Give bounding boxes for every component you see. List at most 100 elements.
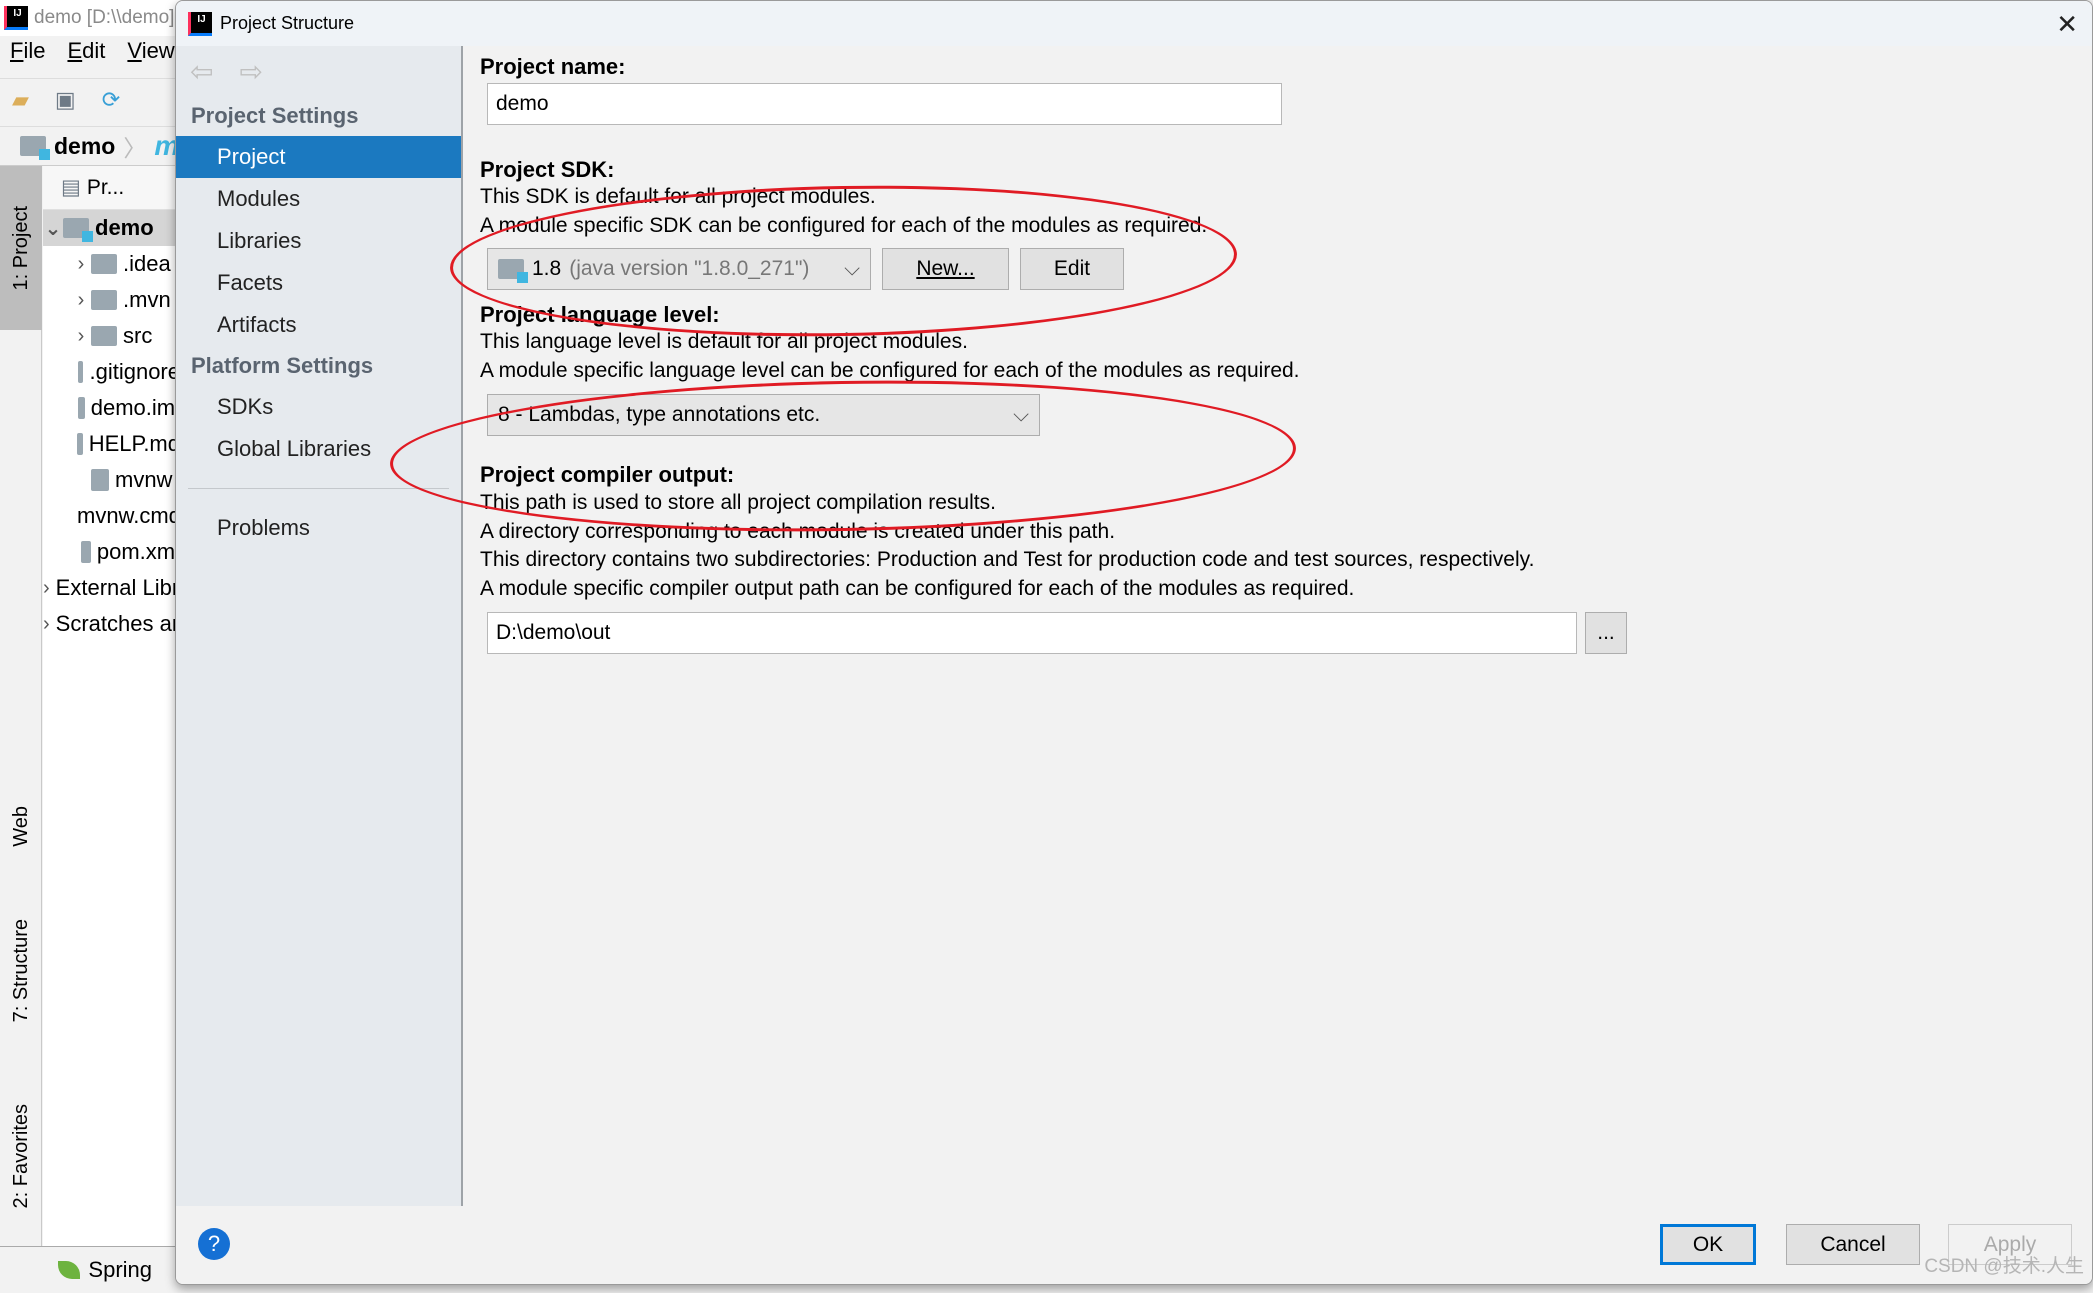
tree-item-label: .gitignore [89, 359, 180, 384]
compiler-output-description-3: This directory contains two subdirectori… [480, 548, 1535, 571]
compiler-output-description-2: A directory corresponding to each module… [480, 520, 1116, 543]
chevron-right-icon[interactable]: › [71, 325, 91, 348]
tree-item[interactable]: › .mvn [43, 282, 180, 318]
tree-item[interactable]: › src [43, 318, 180, 354]
tree-item[interactable]: mvnw.cmd [43, 498, 180, 534]
sidebar-item-project[interactable]: Project [176, 136, 461, 178]
module-folder-icon [20, 136, 50, 160]
chevron-down-icon[interactable]: ⌄ [43, 216, 63, 241]
tool-window-stripe: 1: Project Web 7: Structure 2: Favorites [0, 166, 42, 1246]
project-view-icon: ▤ [61, 176, 81, 199]
sidebar-item-artifacts[interactable]: Artifacts [176, 304, 461, 346]
sidebar-item-libraries[interactable]: Libraries [176, 220, 461, 262]
ide-window-title: demo [D:\\demo] [34, 7, 175, 28]
nav-arrows: ⇦ ⇨ [176, 46, 461, 96]
sidebar-divider [188, 488, 449, 489]
compiler-output-path-input[interactable]: D:\demo\out [487, 612, 1577, 654]
project-tool-window: ▤ Pr... ⌄ demo › .idea › .mvn › src .gitignore de… [43, 166, 180, 1246]
tree-item[interactable]: pom.xml [43, 534, 180, 570]
dialog-footer: ? OK Cancel Apply CSDN @技术.人生 [176, 1206, 2092, 1284]
browse-button[interactable]: ... [1585, 612, 1627, 654]
stripe-tab-project[interactable]: 1: Project [0, 166, 42, 330]
tree-item-label: demo [95, 215, 154, 240]
sidebar-item-modules[interactable]: Modules [176, 178, 461, 220]
cancel-button[interactable]: Cancel [1786, 1224, 1920, 1265]
project-view-selector[interactable]: ▤ Pr... [43, 166, 180, 210]
file-icon [91, 469, 109, 491]
stripe-tab-structure[interactable]: 7: Structure [0, 896, 42, 1046]
project-structure-dialog: IJ Project Structure ✕ ⇦ ⇨ Project Setti… [175, 0, 2093, 1285]
sidebar-item-sdks[interactable]: SDKs [176, 386, 461, 428]
file-icon [77, 433, 83, 455]
tree-item[interactable]: ›Scratches and Consoles [43, 606, 180, 642]
chevron-right-icon[interactable]: › [71, 289, 91, 312]
folder-icon [91, 290, 117, 310]
chevron-right-icon[interactable]: › [71, 253, 91, 276]
tree-item[interactable]: ⌄ demo [43, 210, 180, 246]
language-level-dropdown[interactable]: 8 - Lambdas, type annotations etc. ⌵ [487, 394, 1040, 436]
ide-title-bar: IJ demo [D:\\demo] [0, 0, 180, 36]
language-level-description-1: This language level is default for all p… [480, 330, 968, 353]
stripe-tab-favorites[interactable]: 2: Favorites [0, 1076, 42, 1236]
tree-item-label: src [123, 323, 153, 348]
tree-item[interactable]: ›External Libraries [43, 570, 180, 606]
watermark: CSDN @技术.人生 [1924, 1256, 2084, 1277]
menu-edit[interactable]: Edit [67, 38, 105, 68]
file-icon [78, 397, 85, 419]
ide-toolbar: ▰ ▣ ⟳ [0, 78, 180, 120]
save-icon[interactable]: ▣ [55, 87, 76, 113]
compiler-output-description-4: A module specific compiler output path c… [480, 577, 1355, 600]
menu-view[interactable]: View [127, 38, 174, 68]
tree-item[interactable]: HELP.md [43, 426, 180, 462]
sdk-dropdown[interactable]: 1.8 (java version "1.8.0_271") ⌵ [487, 248, 871, 290]
breadcrumb-project[interactable]: demo [54, 133, 115, 160]
language-level-description-2: A module specific language level can be … [480, 359, 1300, 382]
compiler-output-description-1: This path is used to store all project c… [480, 491, 996, 514]
back-arrow-icon[interactable]: ⇦ [190, 55, 213, 88]
tree-item-label: HELP.md [88, 431, 180, 456]
tree-item[interactable]: mvnw [43, 462, 180, 498]
stripe-tab-web[interactable]: Web [0, 776, 42, 876]
forward-arrow-icon[interactable]: ⇨ [239, 55, 262, 88]
dialog-title: Project Structure [220, 13, 355, 33]
project-name-label: Project name: [480, 54, 626, 79]
menu-file[interactable]: File [10, 38, 45, 68]
tree-item-label: Scratches and Consoles [55, 611, 180, 636]
ok-button[interactable]: OK [1660, 1224, 1756, 1265]
folder-icon [91, 254, 117, 274]
sidebar-item-global-libraries[interactable]: Global Libraries [176, 428, 461, 470]
chevron-right-icon[interactable]: › [43, 577, 50, 600]
tree-item[interactable]: demo.iml [43, 390, 180, 426]
spring-icon [58, 1261, 81, 1279]
close-icon[interactable]: ✕ [2056, 9, 2078, 40]
sdk-description-1: This SDK is default for all project modu… [480, 185, 876, 208]
tree-item[interactable]: › .idea [43, 246, 180, 282]
tree-item-label: External Libraries [55, 575, 180, 600]
project-settings-header: Project Settings [191, 103, 359, 128]
tree-item-label: mvnw.cmd [77, 503, 180, 528]
open-folder-icon[interactable]: ▰ [12, 87, 29, 113]
intellij-logo-icon: IJ [4, 6, 28, 30]
help-icon[interactable]: ? [198, 1228, 230, 1260]
tree-item-label: demo.iml [90, 395, 180, 420]
sdk-edit-button[interactable]: Edit [1020, 248, 1124, 290]
project-tree: ⌄ demo › .idea › .mvn › src .gitignore demo.iml HE… [43, 210, 180, 642]
file-icon [77, 361, 84, 383]
sdk-new-button[interactable]: New... [882, 248, 1009, 290]
sdk-description-2: A module specific SDK can be configured … [480, 214, 1208, 237]
compiler-output-label: Project compiler output: [480, 462, 735, 487]
sidebar-item-facets[interactable]: Facets [176, 262, 461, 304]
folder-icon [63, 218, 93, 242]
chevron-down-icon: ⌵ [844, 257, 860, 280]
project-name-input[interactable]: demo [487, 83, 1282, 125]
chevron-right-icon[interactable]: › [43, 613, 50, 636]
settings-sidebar: ⇦ ⇨ Project Settings Project Modules Libra… [176, 46, 463, 1206]
menu-bar: File Edit View [0, 38, 175, 68]
tree-item[interactable]: .gitignore [43, 354, 180, 390]
sidebar-item-problems[interactable]: Problems [176, 507, 461, 549]
breadcrumb-separator: 〉 [123, 135, 147, 161]
platform-settings-header: Platform Settings [191, 353, 374, 378]
sync-icon[interactable]: ⟳ [102, 87, 120, 113]
breadcrumb: demo 〉 m [0, 126, 180, 166]
spring-tab[interactable]: Spring [88, 1257, 152, 1283]
